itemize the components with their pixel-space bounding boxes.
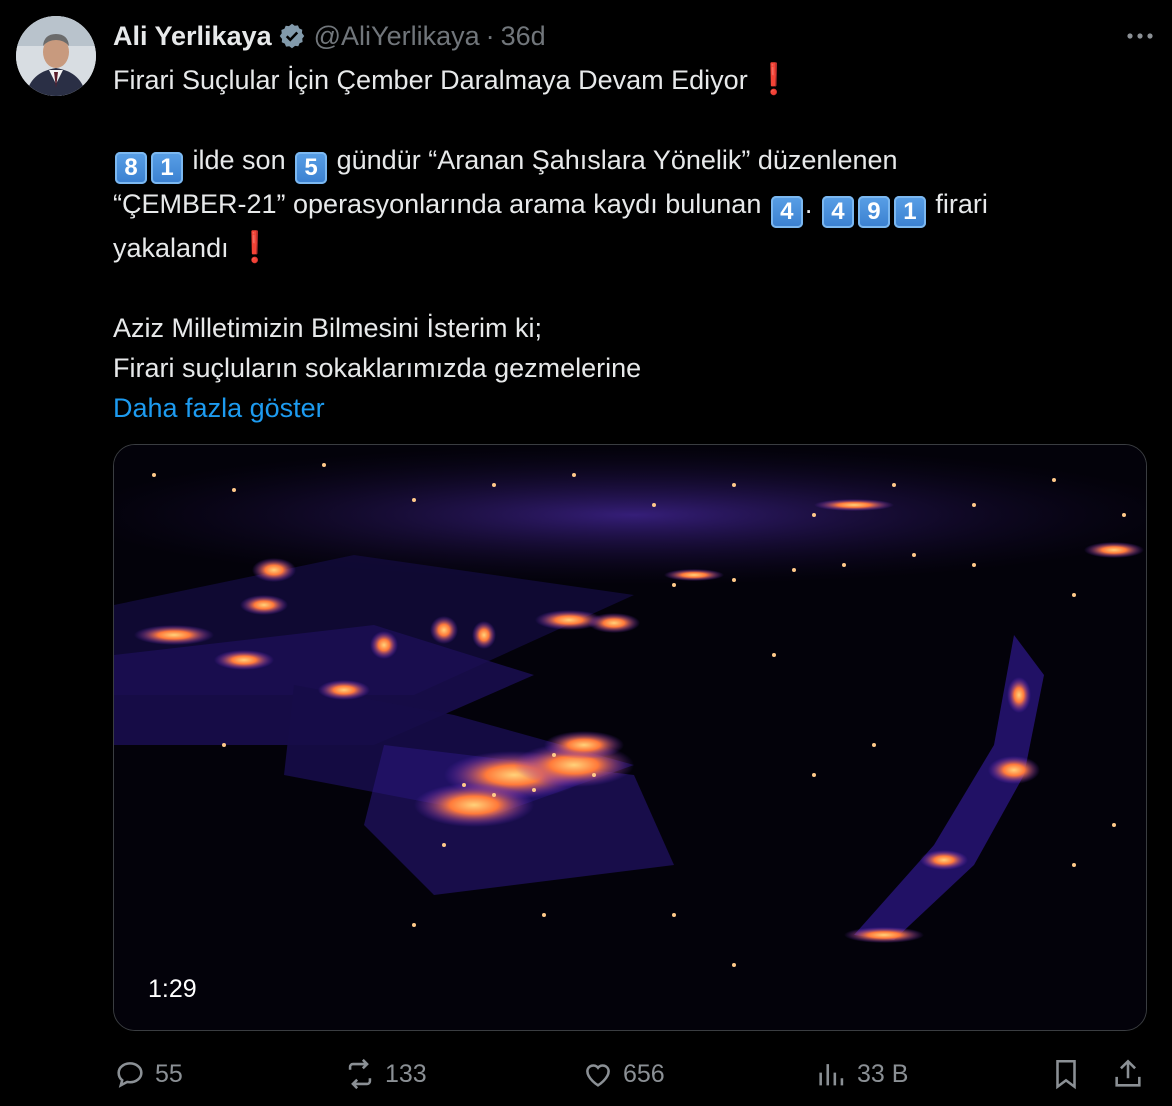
video-player[interactable]: 1:29: [113, 444, 1147, 1031]
reply-button[interactable]: 55: [113, 1057, 183, 1091]
share-button[interactable]: [1111, 1057, 1153, 1091]
tweet-line-5: Aziz Milletimizin Bilmesini İsterim ki;: [113, 313, 543, 343]
body-text: yakalandı: [113, 233, 229, 263]
timestamp[interactable]: 36d: [501, 21, 546, 52]
keycap-digit: 4: [821, 196, 854, 228]
video-thumbnail: [114, 445, 1146, 1030]
repost-button[interactable]: 133: [343, 1057, 427, 1091]
more-icon[interactable]: [1122, 18, 1158, 54]
body-text: “ÇEMBER-21” operasyonlarında arama kaydı…: [113, 189, 762, 219]
avatar-image: [16, 16, 96, 96]
body-text: firari: [935, 189, 988, 219]
author-handle[interactable]: @AliYerlikaya: [314, 21, 480, 52]
bookmark-icon: [1056, 1059, 1076, 1090]
video-duration: 1:29: [148, 975, 197, 1003]
keycap-digit: 1: [151, 152, 183, 184]
like-icon: [586, 1064, 610, 1087]
reply-count: 55: [155, 1059, 183, 1088]
reply-icon: [117, 1062, 143, 1088]
tweet-line-1: Firari Suçlular İçin Çember Daralmaya De…: [113, 60, 1123, 100]
views-count: 33 B: [857, 1059, 909, 1088]
headline-text: Firari Suçlular İçin Çember Daralmaya De…: [113, 65, 748, 95]
author-name[interactable]: Ali Yerlikaya: [113, 21, 272, 52]
exclamation-emoji-icon: ❗: [236, 231, 274, 264]
tweet-line-6: Firari suçluların sokaklarımızda gezmele…: [113, 353, 642, 383]
verified-badge-icon: [279, 23, 304, 49]
keycap-digit: 5: [295, 152, 328, 184]
keycap-digit: 1: [893, 196, 926, 228]
share-icon: [1115, 1059, 1141, 1087]
keycap-digit: 9: [857, 196, 890, 228]
repost-count: 133: [385, 1059, 427, 1088]
bookmark-button[interactable]: [1049, 1057, 1091, 1091]
views-button[interactable]: 33 B: [815, 1057, 908, 1091]
body-text: ilde son: [192, 145, 286, 175]
tweet-header: Ali Yerlikaya @AliYerlikaya · 36d: [113, 18, 1142, 54]
body-text: gündür “Aranan Şahıslara Yönelik” düzenl…: [336, 145, 898, 175]
like-button[interactable]: 656: [581, 1057, 665, 1091]
keycap-digit: 8: [115, 152, 147, 184]
tweet-line-4: yakalandı ❗: [113, 228, 1123, 268]
views-icon: [819, 1064, 844, 1086]
like-count: 656: [623, 1059, 665, 1088]
repost-icon: [348, 1058, 372, 1090]
separator-dot: ·: [485, 20, 495, 51]
keycap-digit: 4: [770, 196, 803, 228]
number-dot: .: [804, 189, 813, 219]
exclamation-emoji-icon: ❗: [755, 63, 793, 96]
avatar[interactable]: [16, 16, 96, 96]
tweet-line-2: 81 ilde son 5 gündür “Aranan Şahıslara Y…: [113, 140, 1123, 184]
tweet-text: Firari Suçlular İçin Çember Daralmaya De…: [113, 60, 1123, 428]
show-more-link[interactable]: Daha fazla göster: [113, 393, 325, 423]
tweet-actions: 55 133 656 33 B: [113, 1057, 1153, 1101]
tweet-line-3: “ÇEMBER-21” operasyonlarında arama kaydı…: [113, 184, 1123, 228]
